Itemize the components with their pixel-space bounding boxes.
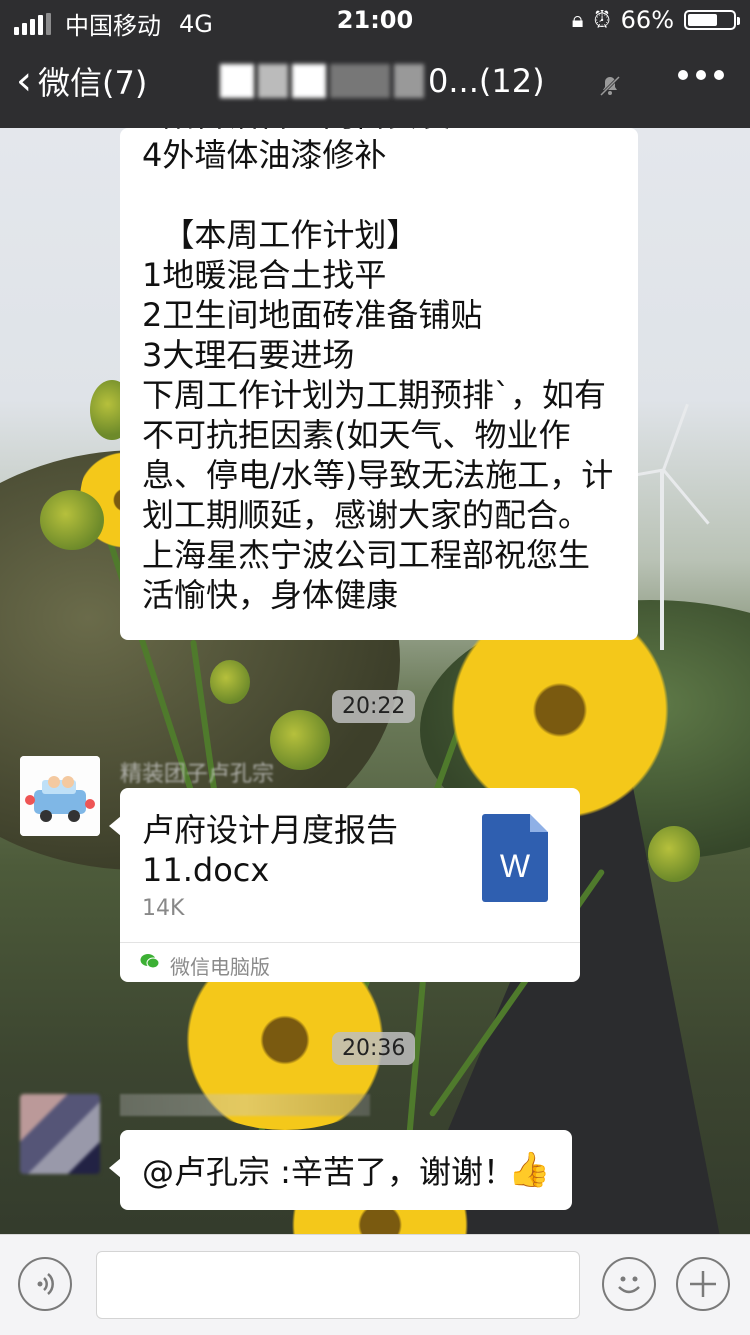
status-bar: 中国移动 4G 21:00 🔒︎ ⏰︎ 66%	[0, 0, 750, 40]
file-name: 卢府设计月度报告 11.docx	[142, 810, 462, 890]
message-text: 3阳台铝合金门窗安装4外墙体油漆修补 【本周工作计划】1地暖混合土找平2卫生间地…	[142, 128, 628, 615]
message-input[interactable]	[96, 1251, 580, 1319]
thumbs-up-icon: 👍	[508, 1150, 551, 1190]
message-text-line: 下周工作计划为工期预排`，如有	[142, 376, 607, 414]
timestamp: 20:22	[332, 690, 416, 723]
chevron-left-icon: ‹	[16, 58, 32, 104]
message-text-line: 4外墙体油漆修补	[142, 136, 387, 174]
file-source-footer: 微信电脑版	[120, 942, 580, 983]
blurred-title-part	[258, 64, 288, 98]
sender-name-blurred	[120, 1094, 370, 1116]
file-size: 14K	[142, 896, 185, 921]
file-message[interactable]: 卢府设计月度报告 11.docx 14K W 微信电脑版	[109, 788, 580, 983]
alarm-icon: ⏰︎	[593, 7, 611, 33]
chat-title[interactable]: 0...(12)	[220, 62, 545, 100]
cartoon-car-avatar-icon	[20, 756, 100, 836]
blurred-title-part	[292, 64, 326, 98]
message-bubble-text[interactable]: @卢孔宗 :辛苦了，谢谢！ 👍	[109, 1130, 572, 1210]
back-label: 微信(7)	[38, 64, 148, 102]
message-text: @卢孔宗 :辛苦了，谢谢！	[142, 1153, 515, 1191]
smiley-icon	[618, 1276, 640, 1294]
message-text-line: 划工期顺延，感谢大家的配合。	[142, 496, 591, 534]
message-text-line: 上海星杰宁波公司工程部祝您生	[142, 536, 591, 574]
message-text-line: 3阳台铝合金门窗安装	[142, 128, 628, 135]
message-text-line: 【本周工作计划】	[142, 216, 419, 254]
message-text-line: 活愉快，身体健康	[142, 576, 399, 614]
mute-bell-icon	[599, 75, 621, 97]
message-text-line: 1地暖混合土找平	[142, 256, 387, 294]
blurred-title-part	[394, 64, 424, 98]
timestamp: 20:36	[332, 1032, 416, 1065]
message-bubble-text[interactable]: 3阳台铝合金门窗安装4外墙体油漆修补 【本周工作计划】1地暖混合土找平2卫生间地…	[120, 128, 638, 640]
battery-percent: 66%	[620, 6, 674, 34]
rotation-lock-icon: 🔒︎	[571, 7, 584, 33]
input-bar	[0, 1234, 750, 1335]
message-text-line: 不可抗拒因素(如天气、物业作	[142, 416, 571, 454]
voice-button[interactable]	[18, 1257, 72, 1311]
chat-header: ‹ 微信(7) 0...(12)	[0, 40, 750, 128]
message-text-line: 2卫生间地面砖准备铺贴	[142, 296, 483, 334]
message-text-line	[142, 175, 628, 215]
file-name-line: 11.docx	[142, 851, 270, 889]
plus-icon	[690, 1271, 716, 1297]
avatar-blurred[interactable]	[20, 1094, 100, 1174]
voice-icon	[37, 1273, 54, 1295]
message-text-line: 3大理石要进场	[142, 336, 355, 374]
emoji-button[interactable]	[602, 1257, 656, 1311]
word-document-icon: W	[482, 814, 548, 902]
back-button[interactable]: ‹ 微信(7)	[16, 58, 147, 104]
message-text-line: 息、停电/水等)导致无法施工，计	[142, 456, 614, 494]
wechat-icon	[140, 954, 160, 969]
sender-name: 精装团子卢孔宗	[120, 762, 275, 787]
more-icon[interactable]	[678, 70, 724, 80]
battery-icon	[684, 10, 740, 30]
file-source-label: 微信电脑版	[170, 955, 270, 979]
avatar[interactable]	[20, 756, 100, 836]
more-functions-button[interactable]	[676, 1257, 730, 1311]
blurred-title-part	[330, 64, 390, 98]
blurred-title-part	[220, 64, 254, 98]
chat-title-text: 0...(12)	[428, 62, 545, 100]
file-name-line: 卢府设计月度报告	[142, 811, 399, 849]
